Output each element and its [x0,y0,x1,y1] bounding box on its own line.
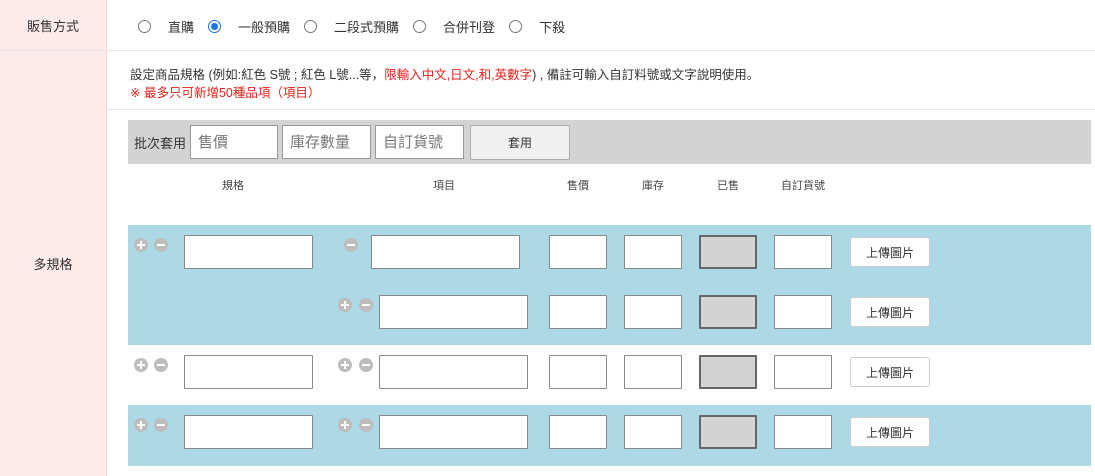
column-header-sku: 自訂貨號 [781,180,825,192]
price-input[interactable] [549,355,607,389]
stock-input[interactable] [624,355,682,389]
radio-button[interactable] [413,20,427,33]
desc-warning-text: 限輸入中文,日文,和,英數字 [384,68,533,82]
add-spec-icon[interactable] [134,418,148,432]
price-input[interactable] [549,235,607,269]
radio-button-selected[interactable] [208,20,222,33]
radio-button[interactable] [138,20,151,33]
remove-spec-icon[interactable] [154,238,168,252]
sale-method-label-text: 販售方式 [26,18,79,34]
item-name-input[interactable] [379,355,528,389]
remove-item-icon[interactable] [359,358,373,372]
radio-flash-sale[interactable]: 下殺 [509,17,565,36]
column-header-price: 售價 [567,180,589,192]
spec-name-input[interactable] [184,415,313,449]
stock-input[interactable] [624,235,682,269]
row-divider [0,50,1095,51]
item-name-input[interactable] [379,295,528,329]
column-header-item: 項目 [433,180,455,192]
upload-image-button[interactable]: 上傳圖片 [850,357,930,387]
sale-method-radio-group: 直購 一般預購 二段式預購 合併刊登 下殺 [138,17,579,36]
radio-direct[interactable]: 直購 [138,17,194,36]
upload-image-button[interactable]: 上傳圖片 [850,297,930,327]
sku-input[interactable] [774,355,832,389]
radio-label: 直購 [168,20,195,35]
price-input[interactable] [549,415,607,449]
upload-image-button[interactable]: 上傳圖片 [850,237,930,267]
batch-apply-bar: 批次套用 套用 [128,120,1091,164]
add-spec-icon[interactable] [134,358,148,372]
radio-label: 二段式預購 [334,20,400,35]
sku-input[interactable] [774,235,832,269]
column-header-sold: 已售 [717,180,739,192]
spec-name-input[interactable] [184,355,313,389]
radio-two-stage-preorder[interactable]: 二段式預購 [304,17,399,36]
remove-spec-icon[interactable] [154,418,168,432]
batch-apply-button[interactable]: 套用 [470,124,571,160]
radio-label: 一般預購 [238,20,291,35]
spec-description: 設定商品規格 (例如:紅色 S號 ; 紅色 L號...等，限輸入中文,日文,和,… [130,64,759,83]
add-spec-icon[interactable] [134,238,148,252]
sold-count-field [699,235,757,269]
sold-count-field [699,295,757,329]
price-input[interactable] [549,295,607,329]
remove-spec-icon[interactable] [154,358,168,372]
desc-text: ) , 備註可輸入自訂料號或文字說明使用。 [532,68,760,82]
limit-note: ※ 最多只可新增50種品項（項目） [130,86,321,100]
add-item-icon[interactable] [338,358,352,372]
spec-name-input[interactable] [184,235,313,269]
radio-combined-listing[interactable]: 合併刊登 [413,17,495,36]
remove-item-icon[interactable] [359,418,373,432]
sku-input[interactable] [774,295,832,329]
add-item-icon[interactable] [338,418,352,432]
batch-apply-label: 批次套用 [134,135,187,151]
upload-image-button[interactable]: 上傳圖片 [850,417,930,447]
column-header-stock: 庫存 [642,180,664,192]
radio-button[interactable] [304,20,318,33]
multi-spec-label: 多規格 [0,51,107,476]
sku-input[interactable] [774,415,832,449]
column-header-spec: 規格 [222,180,244,192]
item-name-input[interactable] [379,415,528,449]
stock-input[interactable] [624,295,682,329]
remove-item-icon[interactable] [344,238,358,252]
remove-item-icon[interactable] [359,298,373,312]
sold-count-field [699,415,757,449]
radio-button[interactable] [509,20,523,33]
add-item-icon[interactable] [338,298,352,312]
radio-preorder[interactable]: 一般預購 [208,17,290,36]
batch-stock-input[interactable] [282,125,372,159]
desc-text: 設定商品規格 (例如:紅色 S號 ; 紅色 L號...等， [130,68,385,82]
radio-label: 合併刊登 [443,20,496,35]
sold-count-field [699,355,757,389]
item-name-input[interactable] [371,235,520,269]
row-divider [108,109,1095,110]
radio-label: 下殺 [539,20,566,35]
sale-method-label: 販售方式 [0,0,107,50]
batch-price-input[interactable] [190,125,279,159]
batch-sku-input[interactable] [375,125,465,159]
multi-spec-label-text: 多規格 [33,257,73,272]
stock-input[interactable] [624,415,682,449]
